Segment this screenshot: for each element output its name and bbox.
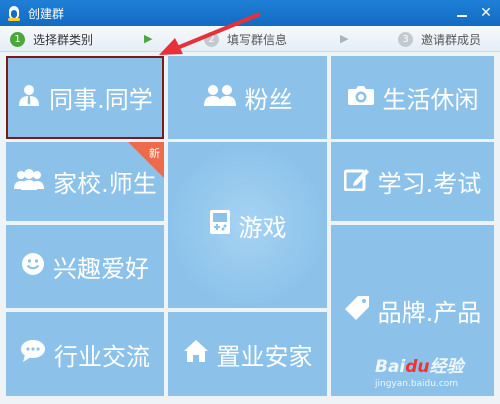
watermark-logo-suffix: 经验 (429, 357, 464, 377)
people-icon (203, 83, 237, 113)
watermark-url: jingyan.baidu.com (375, 379, 459, 389)
camera-icon (347, 84, 375, 112)
close-button[interactable]: ✕ (476, 4, 496, 22)
person-icon (17, 83, 41, 113)
category-real-estate[interactable]: 置业安家 (168, 312, 327, 396)
category-industry[interactable]: 行业交流 (6, 312, 164, 396)
watermark-logo-du: du (405, 357, 430, 377)
window-title: 创建群 (28, 6, 65, 21)
category-label: 品牌.产品 (377, 299, 482, 327)
smile-icon (21, 252, 45, 282)
category-label: 生活休闲 (382, 86, 479, 114)
home-icon (183, 339, 209, 369)
category-colleague-classmate[interactable]: 同事.同学 (6, 56, 164, 139)
category-fans[interactable]: 粉丝 (168, 56, 327, 139)
gameboy-icon (209, 209, 231, 241)
category-hobby[interactable]: 兴趣爱好 (6, 225, 164, 308)
minimize-button[interactable] (452, 4, 472, 22)
step-label: 选择群类别 (33, 33, 94, 47)
chat-icon (20, 339, 46, 369)
category-study-exam[interactable]: 学习.考试 (331, 142, 494, 221)
step-label: 邀请群成员 (421, 33, 482, 47)
category-label: 同事.同学 (49, 86, 153, 114)
minimize-icon (457, 15, 467, 17)
category-life-leisure[interactable]: 生活休闲 (331, 56, 494, 139)
step-number: 1 (10, 32, 25, 47)
category-label: 兴趣爱好 (53, 255, 149, 283)
new-badge: 新 (149, 147, 160, 160)
baidu-watermark: Baidu经验 jingyan.baidu.com (375, 352, 464, 389)
annotation-arrow-icon (159, 12, 261, 55)
category-label: 行业交流 (54, 342, 150, 371)
category-label: 置业安家 (216, 342, 313, 371)
qq-penguin-icon (6, 5, 22, 21)
category-label: 游戏 (238, 213, 287, 242)
step-arrow-icon: ▶ (340, 32, 349, 45)
step-number: 3 (398, 32, 413, 47)
category-family-school[interactable]: 家校.师生 新 (6, 142, 164, 221)
step-arrow-icon: ▶ (144, 32, 153, 45)
category-game[interactable]: 游戏 (168, 142, 327, 308)
group-icon (13, 167, 45, 197)
tag-icon (344, 295, 370, 327)
watermark-logo-prefix: Bai (375, 357, 406, 377)
category-label: 粉丝 (244, 86, 293, 114)
edit-icon (343, 167, 370, 197)
step-select-category: 1 选择群类别 (10, 31, 93, 48)
step-invite-members: 3 邀请群成员 (398, 31, 481, 48)
category-label: 学习.考试 (377, 170, 482, 198)
